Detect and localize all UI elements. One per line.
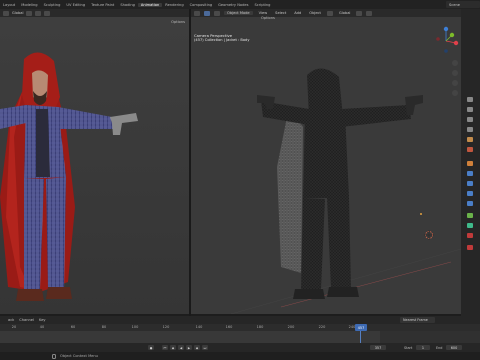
- data-icon[interactable]: [467, 213, 473, 218]
- particles-icon[interactable]: [467, 181, 473, 186]
- ruler-tick: 40: [39, 325, 45, 329]
- view-layer-icon[interactable]: [467, 127, 473, 132]
- end-label: End: [436, 345, 443, 350]
- ruler-tick: 160: [225, 325, 233, 329]
- right-options-button[interactable]: Options: [261, 16, 275, 20]
- status-hint: Object Context Menu: [60, 353, 98, 358]
- properties-tab-strip: [461, 9, 480, 316]
- shader-fx-icon[interactable]: [467, 245, 473, 250]
- menu-view[interactable]: View: [257, 11, 270, 15]
- tab-uv-editing[interactable]: UV Editing: [63, 3, 88, 7]
- left-orientation-dropdown[interactable]: Global: [12, 11, 23, 15]
- next-keyframe-icon[interactable]: ◆: [194, 345, 200, 350]
- scene-icon[interactable]: [467, 137, 473, 142]
- tab-geometry-nodes[interactable]: Geometry Nodes: [215, 3, 251, 7]
- editor-type-icon[interactable]: [194, 10, 200, 16]
- jump-start-icon[interactable]: ⏮: [162, 345, 168, 350]
- prev-keyframe-icon[interactable]: ◆: [170, 345, 176, 350]
- scene-selector[interactable]: Scene: [446, 1, 480, 8]
- tab-shading[interactable]: Shading: [117, 3, 138, 7]
- constraints-icon[interactable]: [467, 201, 473, 206]
- ruler-tick: 220: [318, 325, 326, 329]
- ruler-tick: 120: [162, 325, 170, 329]
- snap-icon[interactable]: [35, 10, 42, 16]
- ruler-tick: 140: [195, 325, 203, 329]
- tool-icon[interactable]: [467, 97, 473, 102]
- playback-controls: ● ⏮ ◆ ◀ ▶ ◆ ⏭ 357 Start 1 End 600: [0, 343, 480, 352]
- select-box-icon[interactable]: [204, 10, 210, 16]
- tab-sculpting[interactable]: Sculpting: [41, 3, 64, 7]
- proportional-edit-icon[interactable]: [366, 10, 373, 16]
- grid-view-icon[interactable]: [452, 90, 458, 96]
- right-orientation-dropdown[interactable]: Global: [337, 11, 352, 15]
- play-reverse-icon[interactable]: ◀: [178, 345, 184, 350]
- modifier-icon[interactable]: [467, 171, 473, 176]
- left-options-button[interactable]: Options: [171, 20, 185, 24]
- pan-hand-icon[interactable]: [452, 70, 458, 76]
- right-viewport-wireframe[interactable]: [191, 17, 461, 314]
- tab-scripting[interactable]: Scripting: [251, 3, 273, 7]
- wireframe-character: [191, 17, 461, 314]
- right-viewport-header: Object Mode View Select Add Object Globa…: [191, 9, 461, 17]
- select-mode-icon[interactable]: [214, 10, 220, 16]
- proportional-edit-icon[interactable]: [44, 10, 51, 16]
- scene-label: Scene: [449, 2, 460, 7]
- timeline-frame-range: [0, 331, 380, 343]
- interpolation-label: Nearest Frame: [403, 318, 428, 322]
- workspace-tabs: Layout Modeling Sculpting UV Editing Tex…: [0, 0, 480, 9]
- record-icon[interactable]: ●: [148, 345, 154, 350]
- render-icon[interactable]: [467, 107, 473, 112]
- timeline-ruler[interactable]: 20 40 60 80 100 120 140 160 180 200 220 …: [0, 324, 480, 331]
- current-frame-field[interactable]: 357: [370, 345, 386, 350]
- ruler-tick: 20: [11, 325, 17, 329]
- left-viewport-rendered[interactable]: Options: [0, 17, 189, 314]
- camera-view-icon[interactable]: [452, 80, 458, 86]
- current-frame-marker[interactable]: 457: [355, 324, 367, 331]
- snap-icon[interactable]: [356, 10, 363, 16]
- texture-icon[interactable]: [467, 233, 473, 238]
- end-frame-field[interactable]: 600: [446, 345, 462, 350]
- pivot-icon[interactable]: [26, 10, 33, 16]
- editor-type-icon[interactable]: [3, 10, 9, 16]
- mouse-icon: [52, 354, 56, 359]
- zoom-icon[interactable]: [452, 60, 458, 66]
- menu-object[interactable]: Object: [307, 11, 323, 15]
- interpolation-dropdown[interactable]: Nearest Frame: [400, 317, 435, 323]
- tab-compositing[interactable]: Compositing: [187, 3, 216, 7]
- object-icon[interactable]: [467, 161, 473, 166]
- rendered-character: [0, 17, 189, 314]
- ruler-tick: 80: [101, 325, 107, 329]
- tab-layout[interactable]: Layout: [0, 3, 18, 7]
- status-bar: Object Context Menu: [0, 352, 480, 360]
- menu-add[interactable]: Add: [292, 11, 303, 15]
- start-frame-field[interactable]: 1: [416, 345, 430, 350]
- transform-orientation-icon[interactable]: [326, 10, 333, 16]
- output-icon[interactable]: [467, 117, 473, 122]
- tab-animation[interactable]: Animation: [137, 2, 163, 7]
- start-label: Start: [404, 345, 413, 350]
- timeline-menu-channel[interactable]: Channel: [19, 318, 34, 322]
- world-icon[interactable]: [467, 147, 473, 152]
- left-viewport-header: Global: [0, 9, 189, 17]
- physics-icon[interactable]: [467, 191, 473, 196]
- jump-end-icon[interactable]: ⏭: [202, 345, 208, 350]
- play-icon[interactable]: ▶: [186, 345, 192, 350]
- ruler-tick: 200: [287, 325, 295, 329]
- material-icon[interactable]: [467, 223, 473, 228]
- menu-select[interactable]: Select: [273, 11, 288, 15]
- ruler-tick: 100: [131, 325, 139, 329]
- tab-modeling[interactable]: Modeling: [18, 3, 40, 7]
- current-frame-label: 457: [357, 325, 365, 330]
- tab-rendering[interactable]: Rendering: [162, 3, 186, 7]
- timeline-menu-key[interactable]: Key: [39, 318, 46, 322]
- ruler-tick: 180: [256, 325, 264, 329]
- collection-label: (457) Collection | Jacket : Body: [194, 38, 250, 42]
- timeline-menu-track[interactable]: ack: [8, 318, 14, 322]
- ruler-tick: 60: [70, 325, 76, 329]
- playhead-line[interactable]: [360, 331, 361, 343]
- tab-texture-paint[interactable]: Texture Paint: [88, 3, 117, 7]
- mode-dropdown[interactable]: Object Mode: [224, 11, 253, 15]
- navigation-gizmo[interactable]: [432, 25, 460, 53]
